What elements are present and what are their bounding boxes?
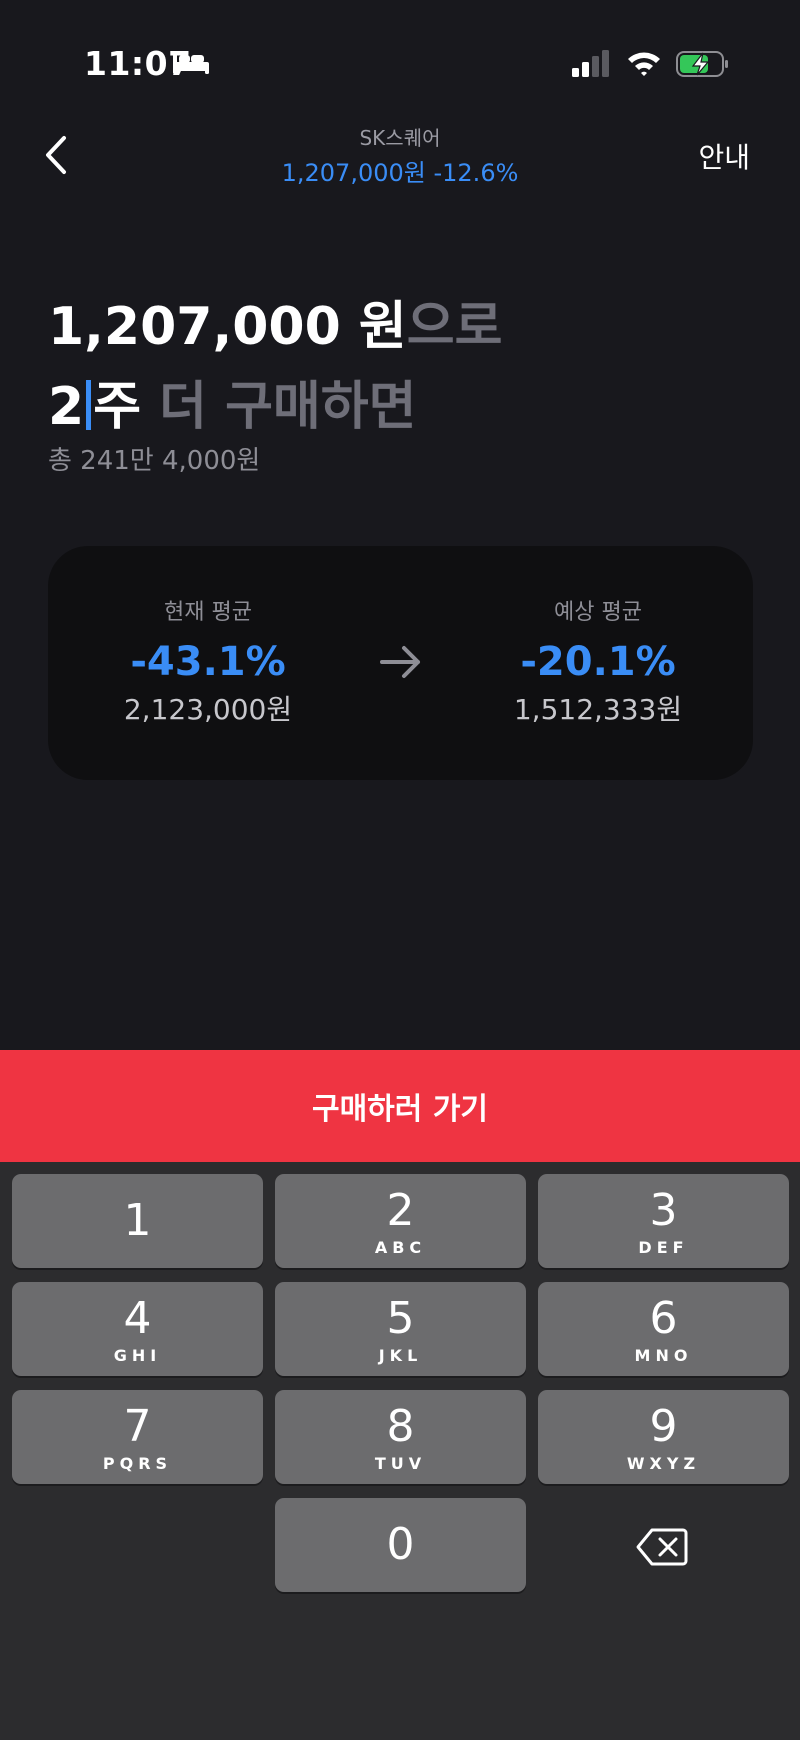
sleep-focus-icon <box>173 54 209 74</box>
headline-price-suffix: 으로 <box>406 297 503 357</box>
key-letters: DEF <box>638 1238 689 1257</box>
stock-price: 1,207,000원 <box>281 159 426 187</box>
key-digit: 4 <box>123 1293 152 1344</box>
key-digit: 9 <box>649 1401 678 1452</box>
key-digit: 7 <box>123 1401 152 1452</box>
headline-quantity-line: 2주 더 구매하면 <box>48 376 748 438</box>
stock-name: SK스퀘어 <box>359 126 441 150</box>
cellular-signal-icon <box>572 50 609 77</box>
expected-average: 예상 평균 -20.1% 1,512,333원 <box>478 598 718 728</box>
wifi-icon <box>628 52 660 76</box>
back-button[interactable] <box>38 130 78 180</box>
average-comparison-card: 현재 평균 -43.1% 2,123,000원 예상 평균 -20.1% 1,5… <box>48 546 753 780</box>
expected-average-label: 예상 평균 <box>554 600 642 625</box>
key-8[interactable]: 8 TUV <box>275 1390 526 1484</box>
key-digit: 3 <box>649 1185 678 1236</box>
key-letters: TUV <box>374 1454 427 1473</box>
battery-charging-icon <box>676 51 728 77</box>
expected-average-pct: -20.1% <box>520 639 676 685</box>
key-1[interactable]: 1 <box>12 1174 263 1268</box>
total-amount: 총 241만 4,000원 <box>48 446 261 476</box>
go-to-buy-button[interactable]: 구매하러 가기 <box>0 1050 800 1162</box>
stock-change: -12.6% <box>433 159 519 187</box>
key-2[interactable]: 2 ABC <box>275 1174 526 1268</box>
expected-average-price: 1,512,333원 <box>513 693 683 726</box>
numeric-keypad: 1 2 ABC 3 DEF 4 GHI 5 JKL 6 MNO 7 PQRS 8… <box>0 1162 800 1740</box>
text-cursor <box>86 380 92 430</box>
arrow-right-icon <box>380 646 420 678</box>
headline-action: 더 구매하면 <box>141 377 417 437</box>
stock-header: SK스퀘어 1,207,000원 -12.6% <box>200 124 600 188</box>
key-4[interactable]: 4 GHI <box>12 1282 263 1376</box>
current-average-label: 현재 평균 <box>164 600 252 625</box>
current-average-pct: -43.1% <box>130 639 286 685</box>
stock-price-line: 1,207,000원 -12.6% <box>200 158 600 188</box>
current-average: 현재 평균 -43.1% 2,123,000원 <box>88 598 328 728</box>
guide-button[interactable]: 안내 <box>698 136 750 176</box>
key-digit: 6 <box>649 1293 678 1344</box>
key-digit: 8 <box>386 1401 415 1452</box>
key-letters: GHI <box>113 1346 162 1365</box>
key-5[interactable]: 5 JKL <box>275 1282 526 1376</box>
current-average-price: 2,123,000원 <box>123 693 293 726</box>
key-letters: JKL <box>378 1346 423 1365</box>
backspace-icon[interactable] <box>636 1527 688 1567</box>
quantity-unit: 주 <box>93 377 142 437</box>
key-0[interactable]: 0 <box>275 1498 526 1592</box>
key-9[interactable]: 9 WXYZ <box>538 1390 789 1484</box>
purchase-headline: 1,207,000 원으로 2주 더 구매하면 <box>48 296 748 438</box>
key-7[interactable]: 7 PQRS <box>12 1390 263 1484</box>
key-letters: WXYZ <box>626 1454 701 1473</box>
key-letters: MNO <box>634 1346 693 1365</box>
key-3[interactable]: 3 DEF <box>538 1174 789 1268</box>
status-bar: 11:07 <box>0 0 800 120</box>
key-digit: 2 <box>386 1185 415 1236</box>
headline-price: 1,207,000 원 <box>48 297 407 357</box>
key-6[interactable]: 6 MNO <box>538 1282 789 1376</box>
key-letters: ABC <box>374 1238 427 1257</box>
key-digit: 5 <box>386 1293 415 1344</box>
headline-price-line: 1,207,000 원으로 <box>48 296 748 358</box>
key-digit: 0 <box>386 1519 415 1570</box>
quantity-input[interactable]: 2 <box>48 377 84 437</box>
key-letters: PQRS <box>102 1454 173 1473</box>
key-digit: 1 <box>123 1195 152 1246</box>
